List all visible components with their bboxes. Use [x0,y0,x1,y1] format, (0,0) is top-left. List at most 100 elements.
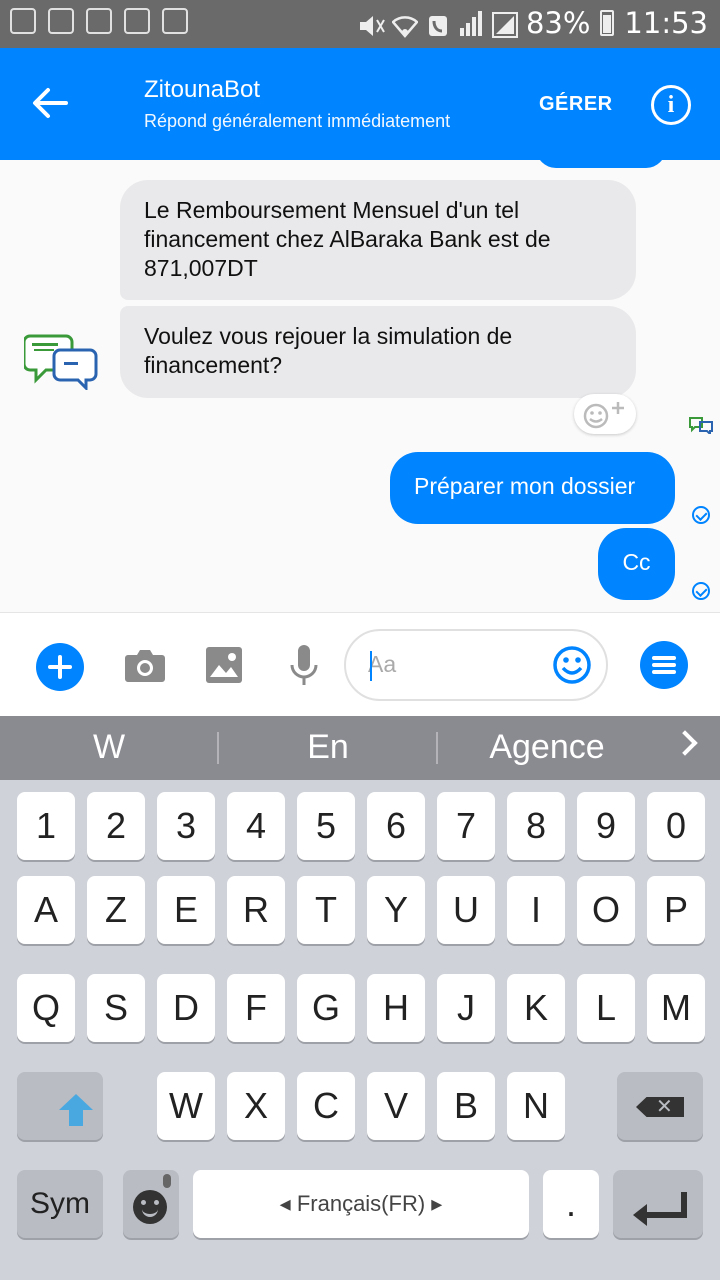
gallery-notification-icon [48,8,74,34]
sym-key[interactable]: Sym [17,1170,103,1238]
recycle-icon [162,8,188,34]
key[interactable]: R [227,876,285,944]
add-reaction-button[interactable] [574,394,636,434]
delivered-check-icon [692,506,710,524]
key[interactable]: S [87,974,145,1042]
key[interactable]: B [437,1072,495,1140]
enter-icon [641,1192,687,1218]
suggestion-item[interactable]: En [219,728,437,767]
key[interactable]: O [577,876,635,944]
seen-avatar-icon [688,416,714,437]
notification-icons [10,8,188,34]
key[interactable]: G [297,974,355,1042]
emoji-icon[interactable] [552,645,592,685]
outgoing-message[interactable]: Préparer mon dossier [390,452,675,524]
key[interactable]: W [157,1072,215,1140]
key[interactable]: 9 [577,792,635,860]
composer-bar: Aa [0,612,720,716]
system-icons: 83% 11:53 [358,6,708,40]
key[interactable]: P [647,876,705,944]
chevron-left-icon: ◂ [279,1191,291,1216]
key[interactable]: V [367,1072,425,1140]
mute-icon [358,11,385,36]
microphone-icon[interactable] [290,645,318,687]
key[interactable]: M [647,974,705,1042]
voice-input-icon [163,1174,171,1188]
key[interactable]: 6 [367,792,425,860]
shift-key[interactable] [17,1072,103,1140]
more-actions-plus-icon[interactable] [36,643,84,691]
key[interactable]: E [157,876,215,944]
call-icon [426,11,450,36]
smiley-icon [133,1190,167,1224]
previous-message-bubble [536,160,666,168]
chevron-right-icon: ▸ [431,1191,443,1216]
key[interactable]: K [507,974,565,1042]
key[interactable]: Q [17,974,75,1042]
menu-icon[interactable] [640,641,688,689]
key[interactable]: 1 [17,792,75,860]
incoming-message[interactable]: Le Remboursement Mensuel d'un tel financ… [120,180,636,300]
key[interactable]: D [157,974,215,1042]
task-icon [86,8,112,34]
key[interactable]: 0 [647,792,705,860]
message-input[interactable]: Aa [344,629,608,701]
shift-arrow-icon [59,1094,93,1110]
outlook-icon [10,8,36,34]
key[interactable]: 2 [87,792,145,860]
signal-box-icon [491,11,518,38]
key[interactable]: X [227,1072,285,1140]
enter-key[interactable] [613,1170,703,1238]
message-input-placeholder: Aa [368,651,397,677]
info-icon[interactable]: i [651,85,691,125]
message-thread[interactable]: Le Remboursement Mensuel d'un tel financ… [0,160,720,612]
key[interactable]: 7 [437,792,495,860]
key[interactable]: U [437,876,495,944]
contact-name[interactable]: ZitounaBot [144,76,260,104]
back-arrow-icon[interactable] [30,86,70,120]
chat-header: ZitounaBot Répond généralement immédiate… [0,48,720,160]
battery-percent: 83% [525,6,591,40]
key[interactable]: 5 [297,792,355,860]
key[interactable]: Z [87,876,145,944]
wifi-icon [391,11,419,38]
gallery-icon[interactable] [206,647,242,683]
chevron-right-icon[interactable] [672,730,698,756]
suggestion-item[interactable]: Agence [438,728,656,767]
backspace-key[interactable]: ✕ [617,1072,703,1140]
key[interactable]: T [297,876,355,944]
keyboard-suggestions: W En Agence [0,716,720,780]
outgoing-message[interactable]: Cc [598,528,675,600]
space-key[interactable]: ◂ Français(FR) ▸ [193,1170,529,1238]
key[interactable]: L [577,974,635,1042]
clock: 11:53 [624,6,708,40]
enter-arrow-icon [633,1204,647,1226]
incoming-message[interactable]: Voulez vous rejouer la simulation de fin… [120,306,636,398]
key[interactable]: 3 [157,792,215,860]
keyboard: 1 2 3 4 5 6 7 8 9 0 A Z E R T Y U I O P … [0,780,720,1280]
key[interactable]: H [367,974,425,1042]
battery-icon [600,10,615,36]
key[interactable]: F [227,974,285,1042]
manage-button[interactable]: GÉRER [539,93,613,116]
period-key[interactable]: . [543,1170,599,1238]
bot-avatar[interactable] [22,330,98,392]
backspace-x-icon: ✕ [656,1094,673,1118]
text-cursor [370,651,372,681]
key[interactable]: C [297,1072,355,1140]
camera-icon[interactable] [124,649,166,683]
suggestion-item[interactable]: W [0,728,218,767]
key[interactable]: A [17,876,75,944]
key[interactable]: Y [367,876,425,944]
delivered-check-icon [692,582,710,600]
key[interactable]: 8 [507,792,565,860]
emoji-key[interactable] [123,1170,179,1238]
key[interactable]: J [437,974,495,1042]
key[interactable]: N [507,1072,565,1140]
status-bar: 83% 11:53 [0,0,720,48]
signal-icon [459,10,482,36]
contact-status: Répond généralement immédiatement [144,111,451,131]
language-label: Français(FR) [296,1191,426,1216]
key[interactable]: I [507,876,565,944]
key[interactable]: 4 [227,792,285,860]
